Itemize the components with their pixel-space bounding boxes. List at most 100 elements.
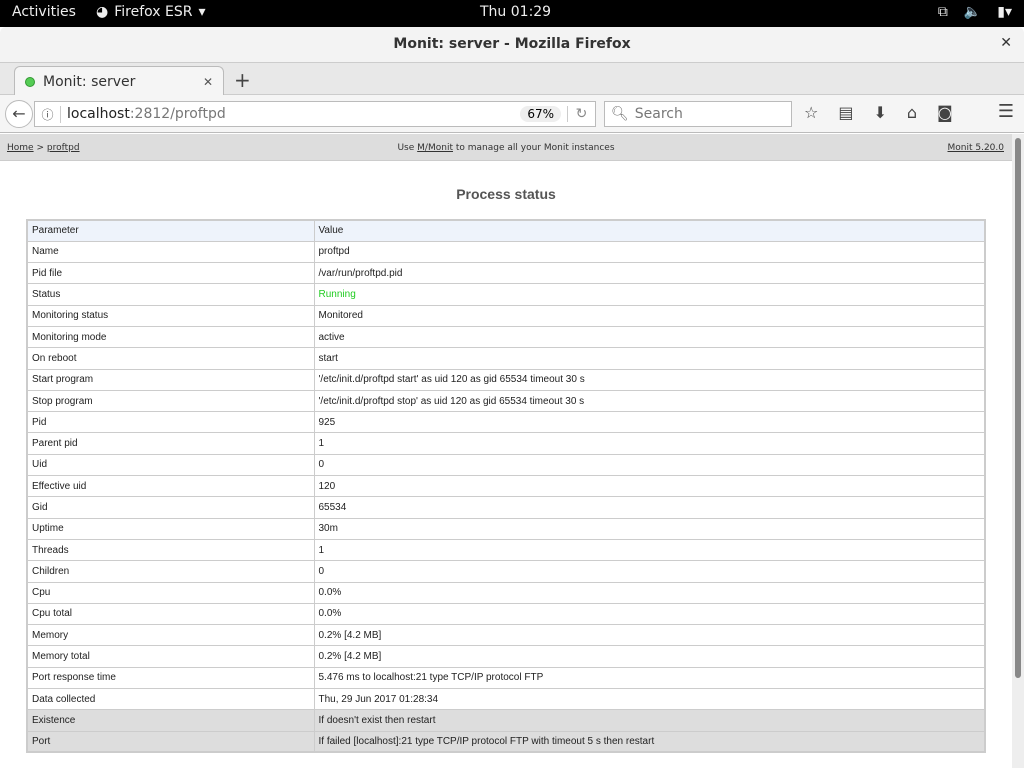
tab-label: Monit: server [43, 73, 136, 90]
url-bar[interactable]: ⓘ localhost:2812/proftpd 67% ↻ [34, 101, 596, 127]
system-top-bar: Activities ◕ Firefox ESR ▾ Thu 01:29 ⧉ 🔈 ▮▾ [0, 0, 1024, 27]
home-icon[interactable]: ⌂ [907, 103, 917, 122]
scrollbar-thumb[interactable] [1015, 138, 1021, 678]
value-cell: start [313, 347, 986, 370]
table-row: Monitoring status Monitored [26, 304, 986, 327]
window-title: Monit: server - Mozilla Firefox [393, 36, 631, 52]
activities-button[interactable]: Activities [12, 4, 76, 20]
reload-icon[interactable]: ↻ [567, 106, 595, 122]
table-row: Existence If doesn't exist then restart [26, 709, 986, 732]
parameter-cell: Gid [26, 496, 315, 519]
parameter-cell: Memory total [26, 645, 315, 668]
value-cell: 0.2% [4.2 MB] [313, 645, 986, 668]
table-row: Stop program '/etc/init.d/proftpd stop' a… [26, 389, 986, 413]
table-row: Uptime 30m [26, 517, 986, 540]
value-cell: active [313, 325, 986, 349]
table-row: Name proftpd [26, 240, 986, 264]
table-row: On reboot start [26, 347, 986, 370]
value-cell: 0 [313, 560, 986, 583]
volume-icon: 🔈 [963, 4, 982, 20]
tab-monit-server[interactable]: Monit: server ✕ [14, 66, 224, 96]
system-tray[interactable]: ⧉ 🔈 ▮▾ [938, 4, 1012, 20]
vertical-scrollbar[interactable] [1012, 134, 1024, 768]
mmonit-link[interactable]: M/Monit [417, 143, 453, 153]
parameter-cell: Monitoring mode [26, 325, 315, 349]
table-row: Effective uid 120 [26, 475, 986, 498]
parameter-cell: Data collected [26, 688, 315, 711]
value-cell: Monitored [313, 304, 986, 327]
table-row: Cpu 0.0% [26, 581, 986, 604]
parameter-cell: Parent pid [26, 432, 315, 455]
new-tab-button[interactable]: + [234, 68, 251, 92]
search-icon: 🔍︎ [611, 106, 629, 122]
table-row: Pid 925 [26, 411, 986, 434]
firefox-icon: ◕ [96, 4, 109, 20]
status-table: Parameter Value Name proftpd Pid file/var/r… [26, 219, 986, 754]
parameter-cell: Port [26, 730, 315, 753]
clock[interactable]: Thu 01:29 [480, 4, 551, 20]
parameter-cell: Cpu [26, 581, 315, 604]
table-row: Gid 65534 [26, 496, 986, 519]
table-row: Memory 0.2% [4.2 MB] [26, 624, 986, 647]
table-row: Cpu total 0.0% [26, 602, 986, 626]
value-cell: '/etc/init.d/proftpd stop' as uid 120 as… [313, 389, 986, 413]
table-row: Parent pid 1 [26, 432, 986, 455]
page-title: Process status [456, 186, 556, 202]
value-cell: 0.2% [4.2 MB] [313, 624, 986, 647]
table-row: Start program '/etc/init.d/proftpd start'… [26, 368, 986, 391]
table-row: Data collected Thu, 29 Jun 2017 01:28:34 [26, 688, 986, 711]
zoom-indicator[interactable]: 67% [520, 106, 561, 122]
parameter-cell: Children [26, 560, 315, 583]
parameter-cell: Pid [26, 411, 315, 434]
value-cell: Thu, 29 Jun 2017 01:28:34 [313, 688, 986, 711]
value-cell: 1 [313, 538, 986, 562]
table-row: Memory total 0.2% [4.2 MB] [26, 645, 986, 668]
reading-list-icon[interactable]: ▤ [838, 103, 853, 122]
chevron-down-icon: ▾ [198, 4, 206, 20]
battery-icon: ▮▾ [997, 4, 1012, 20]
value-cell: If failed [localhost]:21 type TCP/IP pro… [313, 730, 986, 753]
info-icon[interactable]: ⓘ [35, 105, 61, 123]
close-window-icon[interactable]: ✕ [1000, 35, 1012, 51]
version-link[interactable]: Monit 5.20.0 [948, 143, 1005, 153]
parameter-cell: Monitoring status [26, 304, 315, 327]
url-text[interactable]: localhost:2812/proftpd [61, 106, 520, 122]
value-cell: '/etc/init.d/proftpd start' as uid 120 a… [313, 368, 986, 391]
value-cell: If doesn't exist then restart [313, 709, 986, 732]
parameter-cell: Stop program [26, 389, 315, 413]
window-titlebar: Monit: server - Mozilla Firefox ✕ [0, 27, 1024, 63]
table-row: Port response time 5.476 ms to localhost:… [26, 666, 986, 690]
value-cell: 0.0% [313, 602, 986, 626]
toolbar-icons: ☆ ▤ ⬇ ⌂ ◙ [804, 103, 953, 122]
download-icon[interactable]: ⬇ [873, 103, 886, 122]
page-content: Home > proftpd Use M/Monit to manage all… [0, 134, 1012, 768]
parameter-cell: Pid file [26, 262, 315, 285]
value-cell: proftpd [313, 240, 986, 264]
value-cell: 65534 [313, 496, 986, 519]
parameter-cell: Memory [26, 624, 315, 647]
parameter-cell: Status [26, 283, 315, 306]
parameter-cell: Effective uid [26, 475, 315, 498]
monit-header: Home > proftpd Use M/Monit to manage all… [0, 134, 1012, 161]
parameter-cell: On reboot [26, 347, 315, 370]
table-row: Port If failed [localhost]:21 type TCP/IP… [26, 730, 986, 753]
hamburger-menu-icon[interactable]: ☰ [998, 101, 1014, 122]
network-icon: ⧉ [937, 4, 948, 20]
parameter-cell: Uid [26, 453, 315, 477]
parameter-cell: Uptime [26, 517, 315, 540]
value-cell: Running [313, 283, 986, 306]
search-input[interactable]: 🔍︎ Search [604, 101, 792, 127]
value-cell: 0 [313, 453, 986, 477]
parameter-cell: Existence [26, 709, 315, 732]
table-row: Status Running [26, 283, 986, 306]
back-button[interactable]: ← [5, 100, 33, 128]
parameter-cell: Cpu total [26, 602, 315, 626]
bookmark-star-icon[interactable]: ☆ [804, 103, 818, 122]
pocket-icon[interactable]: ◙ [937, 103, 953, 122]
close-tab-icon[interactable]: ✕ [203, 75, 213, 89]
table-row: Monitoring mode active [26, 325, 986, 349]
parameter-cell: Port response time [26, 666, 315, 690]
parameter-cell: Name [26, 240, 315, 264]
mmonit-banner: Use M/Monit to manage all your Monit ins… [397, 143, 615, 153]
app-menu[interactable]: ◕ Firefox ESR ▾ [96, 4, 206, 20]
